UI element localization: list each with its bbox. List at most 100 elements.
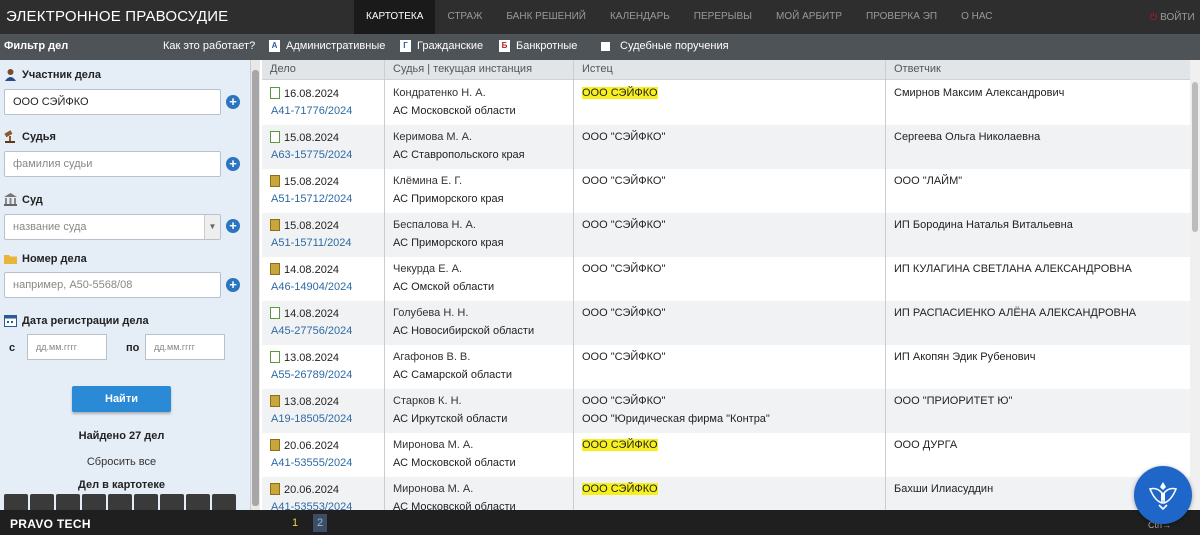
case-number-link[interactable]: А41-71776/2024 [271, 105, 352, 117]
table-scrollbar[interactable] [1190, 60, 1200, 510]
case-number-input[interactable]: например, А50-5568/08 [4, 272, 221, 298]
defendant-name: ИП КУЛАГИНА СВЕТЛАНА АЛЕКСАНДРОВНА [894, 263, 1132, 275]
table-scrollbar-thumb[interactable] [1192, 82, 1198, 232]
filter-administrative[interactable]: А Административные [269, 40, 385, 52]
add-judge-button[interactable]: + [226, 157, 240, 171]
chevron-down-icon[interactable]: ▼ [204, 215, 220, 239]
defendant-name: ООО "ЛАЙМ" [894, 175, 963, 187]
filter-civil-label: Гражданские [417, 40, 484, 52]
civil-case-icon [270, 87, 280, 99]
table-row[interactable]: 20.06.2024 А41-53555/2024 Миронова М. А. АС… [262, 433, 1190, 477]
nav-item-calendar[interactable]: КАЛЕНДАРЬ [598, 0, 682, 34]
gavel-icon [4, 130, 15, 143]
case-number-link[interactable]: А55-26789/2024 [271, 369, 352, 381]
bankruptcy-case-icon [270, 395, 280, 407]
date-label: Дата регистрации дела [22, 314, 149, 327]
header-plaintiff[interactable]: Истец [582, 63, 613, 75]
table-row[interactable]: 15.08.2024 А51-15711/2024 Беспалова Н. А. А… [262, 213, 1190, 257]
defendant-name: Бахши Илиасуддин [894, 483, 994, 495]
top-bar: ЭЛЕКТРОННОЕ ПРАВОСУДИЕ КАРТОТЕКА СТРАЖ Б… [0, 0, 1200, 34]
case-date-cell: 15.08.2024 [270, 131, 339, 144]
court-instance: АС Самарской области [393, 369, 512, 381]
date-to-input[interactable]: дд.мм.гггг [145, 334, 225, 360]
plaintiff-text: ООО "СЭЙФКО" [582, 131, 666, 143]
case-number-link[interactable]: А63-15775/2024 [271, 149, 352, 161]
defendant-name: ИП Акопян Эдик Рубенович [894, 351, 1036, 363]
emblem-button[interactable] [1134, 466, 1192, 524]
main-nav: КАРТОТЕКА СТРАЖ БАНК РЕШЕНИЙ КАЛЕНДАРЬ П… [354, 0, 1005, 34]
add-court-button[interactable]: + [226, 219, 240, 233]
judge-name: Миронова М. А. [393, 439, 474, 451]
table-row[interactable]: 13.08.2024 А19-18505/2024 Старков К. Н. АС … [262, 389, 1190, 433]
case-number-label: Номер дела [22, 252, 87, 265]
sidebar-scrollbar[interactable] [250, 60, 260, 510]
how-it-works-link[interactable]: Как это работает? [163, 40, 255, 52]
plaintiff-text: ООО "СЭЙФКО" [582, 263, 666, 275]
court-orders-checkbox[interactable] [601, 41, 610, 51]
judge-name: Голубева Н. Н. [393, 307, 469, 319]
case-number-link[interactable]: А51-15711/2024 [271, 237, 352, 249]
counter-digit [82, 494, 106, 510]
sidebar-scrollbar-thumb[interactable] [252, 70, 259, 506]
nav-item-about[interactable]: О НАС [949, 0, 1004, 34]
table-row[interactable]: 14.08.2024 А46-14904/2024 Чекурда Е. А. АС … [262, 257, 1190, 301]
table-row[interactable]: 15.08.2024 А63-15775/2024 Керимова М. А. АС… [262, 125, 1190, 169]
table-row[interactable]: 13.08.2024 А55-26789/2024 Агафонов В. В. АС… [262, 345, 1190, 389]
table-row[interactable]: 14.08.2024 А45-27756/2024 Голубева Н. Н. АС… [262, 301, 1190, 345]
table-row[interactable]: 20.06.2024 А41-53553/2024 Миронова М. А. АС… [262, 477, 1190, 510]
nav-item-breaks[interactable]: ПЕРЕРЫВЫ [682, 0, 764, 34]
header-defendant[interactable]: Ответчик [894, 63, 941, 75]
judge-input[interactable]: фамилия судьи [4, 151, 221, 177]
filter-court-orders[interactable]: Судебные поручения [601, 40, 729, 52]
filter-bankruptcy[interactable]: Б Банкротные [499, 40, 577, 52]
cards-counter [4, 494, 240, 510]
case-number-link[interactable]: А41-53555/2024 [271, 457, 352, 469]
table-row[interactable]: 16.08.2024 А41-71776/2024 Кондратенко Н. А… [262, 81, 1190, 125]
add-case-number-button[interactable]: + [226, 278, 240, 292]
case-date-cell: 15.08.2024 [270, 219, 339, 232]
counter-digit [4, 494, 28, 510]
person-icon [5, 69, 16, 81]
header-judge[interactable]: Судья | текущая инстанция [393, 63, 532, 75]
nav-item-my-arbiter[interactable]: МОЙ АРБИТР [764, 0, 854, 34]
court-select[interactable]: название суда ▼ [4, 214, 221, 240]
nav-item-decisions-bank[interactable]: БАНК РЕШЕНИЙ [494, 0, 598, 34]
case-number-link[interactable]: А19-18505/2024 [271, 413, 352, 425]
case-date: 15.08.2024 [284, 176, 340, 188]
page-1-link[interactable]: 1 [292, 517, 298, 529]
table-row[interactable]: 15.08.2024 А51-15712/2024 Клёмина Е. Г. АС … [262, 169, 1190, 213]
counter-digit [30, 494, 54, 510]
case-number-link[interactable]: А45-27756/2024 [271, 325, 352, 337]
court-instance: АС Московской области [393, 457, 516, 469]
found-count: Найдено 27 дел [78, 430, 165, 442]
case-number-link[interactable]: А46-14904/2024 [271, 281, 352, 293]
participant-input[interactable]: ООО СЭЙФКО [4, 89, 221, 115]
plaintiff-name: ООО СЭЙФКО [582, 483, 658, 495]
date-from-label: с [9, 342, 16, 354]
filter-title: Фильтр дел [4, 40, 69, 52]
counter-digit [134, 494, 158, 510]
judge-label-row: Судья [4, 130, 56, 143]
filter-civil[interactable]: Г Гражданские [400, 40, 483, 52]
date-from-input[interactable]: дд.мм.гггг [27, 334, 107, 360]
table-header: Дело Судья | текущая инстанция Истец Отв… [262, 60, 1190, 80]
judge-name: Кондратенко Н. А. [393, 87, 486, 99]
page-2-link[interactable]: 2 [313, 514, 328, 532]
nav-item-ep-check[interactable]: ПРОВЕРКА ЭП [854, 0, 949, 34]
nav-item-cards[interactable]: КАРТОТЕКА [354, 0, 436, 34]
add-participant-button[interactable]: + [226, 95, 240, 109]
header-case[interactable]: Дело [270, 63, 296, 75]
plaintiff-name: ООО "СЭЙФКО" [582, 351, 665, 363]
case-number-link[interactable]: А41-53553/2024 [271, 501, 352, 510]
site-brand[interactable]: ЭЛЕКТРОННОЕ ПРАВОСУДИЕ [6, 8, 228, 25]
case-date-cell: 16.08.2024 [270, 87, 339, 100]
participant-label: Участник дела [22, 68, 102, 81]
case-number-link[interactable]: А51-15712/2024 [271, 193, 352, 205]
find-button[interactable]: Найти [72, 386, 171, 412]
login-link[interactable]: ⏻ ВОЙТИ [1150, 0, 1195, 34]
footer-brand[interactable]: PRAVO TECH [10, 517, 91, 531]
nav-item-guard[interactable]: СТРАЖ [435, 0, 494, 34]
reset-all-link[interactable]: Сбросить все [0, 456, 243, 468]
plaintiff-text: ООО СЭЙФКО [582, 483, 658, 495]
civil-case-icon [270, 351, 280, 363]
